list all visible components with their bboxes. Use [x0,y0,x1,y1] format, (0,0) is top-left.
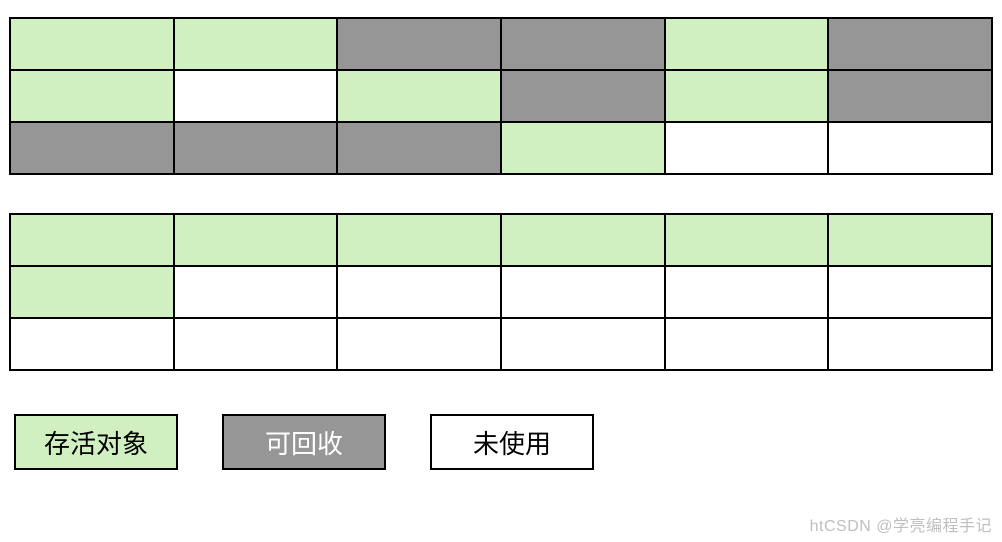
memory-cell [9,121,175,175]
legend-recyclable-label: 可回收 [265,424,343,461]
memory-cell [664,265,830,319]
memory-cell [9,69,175,123]
memory-cell [827,69,993,123]
legend-unused: 未使用 [430,414,594,470]
memory-cell [173,69,339,123]
memory-cell [173,265,339,319]
memory-cell [827,265,993,319]
memory-cell [664,121,830,175]
legend-unused-label: 未使用 [473,424,551,461]
legend: 存活对象 可回收 未使用 [10,414,992,470]
memory-cell [664,317,830,371]
memory-cell [500,213,666,267]
memory-cell [336,121,502,175]
memory-cell [173,17,339,71]
memory-cell [827,317,993,371]
memory-cell [9,17,175,71]
memory-cell [173,317,339,371]
memory-cell [500,69,666,123]
memory-cell [500,265,666,319]
memory-cell [336,69,502,123]
legend-alive: 存活对象 [14,414,178,470]
memory-cell [336,17,502,71]
memory-cell [827,17,993,71]
memory-cell [173,121,339,175]
memory-cell [336,265,502,319]
memory-cell [827,121,993,175]
memory-cell [9,265,175,319]
memory-cell [336,213,502,267]
memory-cell [664,213,830,267]
memory-grid-before [10,18,992,174]
memory-cell [500,121,666,175]
memory-cell [664,17,830,71]
watermark: htCSDN @学亮编程手记 [810,512,992,536]
memory-cell [173,213,339,267]
memory-cell [9,213,175,267]
memory-grid-after [10,214,992,370]
memory-cell [336,317,502,371]
memory-cell [9,317,175,371]
memory-cell [664,69,830,123]
legend-recyclable: 可回收 [222,414,386,470]
memory-cell [827,213,993,267]
memory-cell [500,317,666,371]
memory-cell [500,17,666,71]
legend-alive-label: 存活对象 [44,424,148,461]
